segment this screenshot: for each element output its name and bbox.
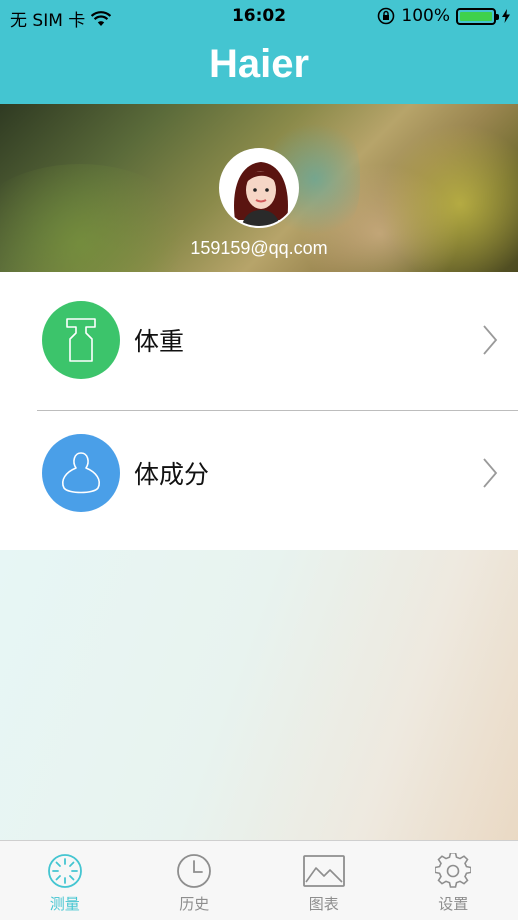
tab-bar: 测量 历史 图表 设置 — [0, 840, 518, 920]
menu-item-label: 体重 — [134, 327, 185, 356]
image-chart-icon — [302, 855, 345, 887]
measure-menu: 体重 体成分 — [0, 272, 518, 550]
user-email: 159159@qq.com — [190, 238, 328, 258]
avatar[interactable] — [219, 148, 299, 228]
status-bar: 无 SIM 卡 16:02 100% — [0, 0, 518, 34]
tab-measure[interactable]: 测量 — [0, 841, 130, 920]
top-bar: 无 SIM 卡 16:02 100% Haier — [0, 0, 518, 104]
chevron-right-icon — [483, 458, 498, 488]
body-composition-icon — [42, 434, 120, 512]
menu-item-weight[interactable]: 体重 — [0, 275, 518, 405]
weight-icon — [42, 301, 120, 379]
gear-icon — [435, 853, 472, 888]
menu-item-body-composition[interactable]: 体成分 — [0, 408, 518, 538]
battery-icon — [456, 7, 499, 25]
orientation-lock-icon — [378, 7, 395, 25]
charging-icon — [502, 9, 510, 23]
clock-icon — [177, 854, 212, 888]
battery-percent: 100% — [401, 6, 450, 26]
tab-chart[interactable]: 图表 — [259, 841, 389, 920]
tab-label: 设置 — [438, 895, 469, 913]
chevron-right-icon — [483, 325, 498, 355]
measure-icon — [47, 854, 82, 888]
battery-fill — [460, 11, 492, 21]
tab-settings[interactable]: 设置 — [389, 841, 518, 920]
menu-item-label: 体成分 — [134, 460, 210, 489]
tab-label: 测量 — [49, 895, 80, 913]
tab-label: 历史 — [179, 895, 210, 913]
haier-logo: Haier — [208, 42, 310, 86]
content-background — [0, 550, 518, 840]
profile-banner: 159159@qq.com — [0, 104, 518, 272]
tab-label: 图表 — [308, 895, 339, 913]
tab-history[interactable]: 历史 — [130, 841, 260, 920]
